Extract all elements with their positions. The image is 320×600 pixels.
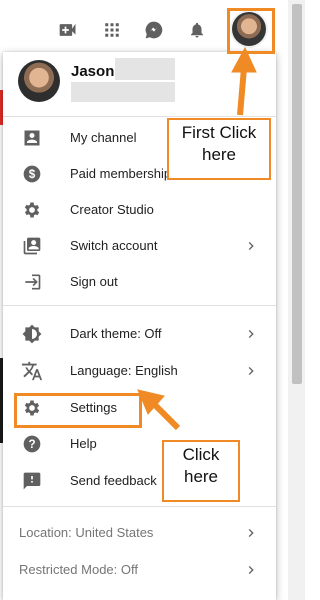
callout-click-here: Click here xyxy=(162,440,240,502)
menu-header: Jason xyxy=(3,52,276,116)
menu-item-label: Creator Studio xyxy=(70,202,154,217)
menu-item-label: Location: United States xyxy=(19,525,154,540)
bell-icon[interactable] xyxy=(185,18,209,42)
dollar-icon: $ xyxy=(20,162,44,186)
chevron-right-icon xyxy=(239,234,263,258)
divider xyxy=(3,506,276,507)
divider xyxy=(3,116,276,117)
svg-text:?: ? xyxy=(28,438,35,451)
menu-item-label: Switch account xyxy=(70,238,158,253)
video-camera-icon[interactable] xyxy=(56,18,80,42)
chevron-right-icon xyxy=(239,521,263,545)
menu-item-label: Language: English xyxy=(70,363,178,378)
menu-item-label: Paid memberships xyxy=(70,166,178,181)
gear-icon xyxy=(20,198,44,222)
messages-icon[interactable] xyxy=(142,18,166,42)
menu-item-creator-studio[interactable]: Creator Studio xyxy=(3,192,276,228)
svg-text:$: $ xyxy=(29,168,36,181)
settings-highlight-box xyxy=(14,393,142,428)
apps-grid-icon[interactable] xyxy=(100,18,124,42)
switch-account-icon xyxy=(20,234,44,258)
menu-item-location[interactable]: Location: United States xyxy=(3,515,276,551)
menu-item-switch-account[interactable]: Switch account xyxy=(3,228,276,264)
avatar xyxy=(18,60,60,102)
menu-item-label: Send feedback xyxy=(70,473,157,488)
callout-text: Click here xyxy=(182,445,220,486)
redacted-email xyxy=(71,82,175,102)
menu-item-label: Sign out xyxy=(70,274,118,289)
menu-item-dark-theme[interactable]: Dark theme: Off xyxy=(3,316,276,352)
avatar-highlight-box xyxy=(227,8,275,54)
help-icon: ? xyxy=(20,432,44,456)
menu-item-label: Restricted Mode: Off xyxy=(19,562,138,577)
dark-theme-icon xyxy=(20,322,44,346)
menu-item-restricted-mode[interactable]: Restricted Mode: Off xyxy=(3,552,276,588)
menu-item-sign-out[interactable]: Sign out xyxy=(3,264,276,300)
callout-text: First Click here xyxy=(181,123,257,164)
scrollbar-thumb[interactable] xyxy=(292,4,302,384)
chevron-right-icon xyxy=(239,322,263,346)
feedback-icon xyxy=(20,469,44,493)
person-box-icon xyxy=(20,126,44,150)
menu-item-language[interactable]: Language: English xyxy=(3,353,276,389)
sign-out-icon xyxy=(20,270,44,294)
chevron-right-icon xyxy=(239,359,263,383)
divider xyxy=(3,305,276,306)
menu-item-label: Help xyxy=(70,436,97,451)
menu-item-label: My channel xyxy=(70,130,137,145)
menu-item-label: Dark theme: Off xyxy=(70,326,162,341)
user-name: Jason xyxy=(71,63,115,80)
redacted-name xyxy=(115,58,175,80)
chevron-right-icon xyxy=(239,558,263,582)
callout-first-click: First Click here xyxy=(167,118,271,180)
scrollbar[interactable] xyxy=(288,0,305,600)
translate-icon xyxy=(20,359,44,383)
